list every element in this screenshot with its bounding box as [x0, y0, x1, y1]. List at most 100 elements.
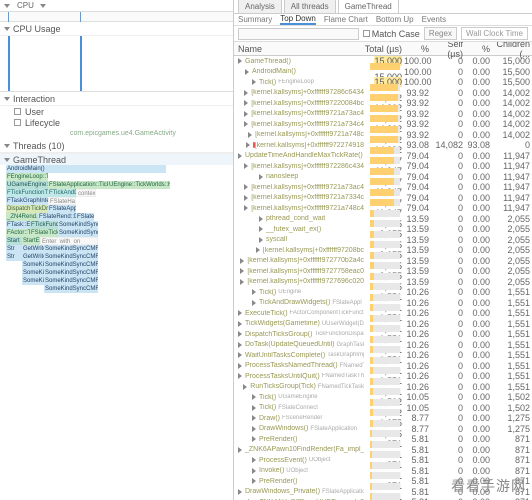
flame-block[interactable]: UGameEngine::Tic — [6, 181, 48, 189]
flame-block[interactable]: FTickFunctionTaskGrp — [30, 221, 58, 229]
expand-icon[interactable] — [244, 100, 248, 106]
expand-icon[interactable] — [244, 163, 248, 169]
col-children[interactable]: Children (... — [492, 42, 532, 55]
col-name[interactable]: Name — [234, 42, 364, 55]
clock-dropdown[interactable]: Wall Clock Time — [461, 27, 528, 40]
expand-icon[interactable] — [240, 258, 244, 264]
flame-block[interactable]: GetWrite — [22, 245, 44, 253]
expand-icon[interactable] — [252, 468, 256, 474]
flame-block[interactable]: FSlateRend::DrNu — [38, 213, 76, 221]
checkbox[interactable] — [14, 119, 21, 126]
thread-item[interactable]: GameThread — [0, 153, 233, 165]
flame-block[interactable]: FSlateHandle — [48, 197, 76, 205]
cpu-usage-timeline[interactable] — [0, 36, 233, 92]
tab-all-threads[interactable]: All threads — [284, 0, 336, 13]
flame-block[interactable]: SomeKindSyncCMR99 — [44, 253, 98, 261]
flame-block[interactable]: FActor::T..DProc — [6, 229, 30, 237]
expand-icon[interactable] — [252, 289, 256, 295]
expand-icon[interactable] — [245, 69, 249, 75]
tab-gamethread[interactable]: GameThread — [338, 0, 399, 13]
expand-icon[interactable] — [243, 384, 247, 390]
flame-block[interactable]: FTask::ExecTask — [6, 221, 30, 229]
expand-icon[interactable] — [238, 352, 242, 358]
expand-icon[interactable] — [238, 373, 242, 379]
expand-icon[interactable] — [259, 174, 263, 180]
expand-icon[interactable] — [252, 478, 256, 484]
user-row[interactable]: User — [0, 106, 233, 117]
flame-block[interactable]: SomeKindSyncCMR991b1a7a — [58, 229, 98, 237]
flame-block[interactable]: FTaskGraphInte — [6, 197, 48, 205]
expand-icon[interactable] — [238, 489, 242, 495]
expand-icon[interactable] — [244, 195, 248, 201]
subtab-flame[interactable]: Flame Chart — [324, 15, 368, 24]
flame-block[interactable]: FSlatePwr — [76, 213, 94, 221]
expand-icon[interactable] — [252, 436, 256, 442]
expand-icon[interactable] — [238, 321, 242, 327]
flame-block[interactable]: SomeKindSyncCMR99701c67 — [58, 221, 98, 229]
flame-block[interactable]: Dispatch — [6, 205, 30, 213]
flame-block[interactable]: FTickFunctionT — [6, 189, 48, 197]
expand-icon[interactable] — [259, 237, 263, 243]
expand-icon[interactable] — [259, 216, 263, 222]
flame-block[interactable]: UEngine::TickWorlds::HandleTickate — [108, 181, 170, 189]
expand-icon[interactable] — [252, 300, 256, 306]
col-self-pct[interactable]: % — [465, 42, 492, 55]
expand-icon[interactable] — [238, 58, 242, 64]
expand-icon[interactable] — [252, 79, 256, 85]
expand-icon[interactable] — [252, 415, 256, 421]
expand-icon[interactable] — [244, 111, 248, 117]
flame-block[interactable]: Str — [6, 245, 22, 253]
expand-icon[interactable] — [238, 310, 242, 316]
expand-icon[interactable] — [244, 205, 248, 211]
expand-icon[interactable] — [252, 457, 256, 463]
regex-button[interactable]: Regex — [424, 27, 457, 40]
expand-icon[interactable] — [238, 363, 242, 369]
expand-icon[interactable] — [240, 279, 244, 285]
flame-chart[interactable]: AndroidMain()FEngineLoop::TickUGameEngin… — [0, 165, 233, 500]
match-case-checkbox[interactable]: Match Case — [363, 29, 420, 39]
flame-block[interactable]: SomeKindSyncCMR99 — [44, 269, 98, 277]
tab-analysis[interactable]: Analysis — [238, 0, 282, 13]
expand-icon[interactable] — [252, 394, 256, 400]
flame-block[interactable]: Start — [6, 237, 22, 245]
expand-icon[interactable] — [238, 153, 242, 159]
subtab-bottomup[interactable]: Bottom Up — [376, 15, 414, 24]
flame-block[interactable]: SomeKindSyncCMR99 — [44, 245, 98, 253]
flame-block[interactable]: SomeKind — [22, 269, 44, 277]
checkbox[interactable] — [14, 108, 21, 115]
cpu-usage-row[interactable]: CPU Usage — [0, 22, 233, 36]
flame-block[interactable]: SomeKind — [22, 261, 44, 269]
flame-block[interactable]: FSlateTickState — [30, 229, 58, 237]
flame-block[interactable]: SomeKind — [22, 277, 44, 285]
expand-icon[interactable] — [238, 331, 242, 337]
flame-block[interactable]: TickDri — [30, 205, 48, 213]
flame-block[interactable]: Str — [6, 253, 22, 261]
flame-block[interactable]: _ZN4Rend...::ThrPos — [6, 213, 38, 221]
flame-block[interactable]: FTickAndDrawWidgets — [48, 189, 76, 197]
subtab-events[interactable]: Events — [422, 15, 446, 24]
flame-block[interactable]: FSlateApplication — [48, 205, 76, 213]
flame-block[interactable]: Enter_with_on — [40, 237, 98, 245]
timeline-ruler[interactable] — [0, 12, 233, 22]
subtab-summary[interactable]: Summary — [238, 15, 272, 24]
expand-icon[interactable] — [252, 405, 256, 411]
expand-icon[interactable] — [238, 447, 242, 453]
threads-row[interactable]: Threads (10) — [0, 139, 233, 153]
expand-icon[interactable] — [244, 184, 248, 190]
col-total[interactable]: Total (µs) — [364, 42, 404, 55]
flame-block[interactable]: AndroidMain() — [6, 165, 166, 173]
search-input[interactable] — [238, 28, 359, 40]
flame-block[interactable]: context — [76, 189, 96, 197]
flame-block[interactable]: SomeKindSyncCMR99 — [44, 285, 98, 293]
chevron-down-icon[interactable] — [4, 4, 10, 8]
table-body[interactable]: GameThread()15,000100.0000.0015,000 Andr… — [234, 56, 532, 500]
expand-icon[interactable] — [248, 132, 252, 138]
expand-icon[interactable] — [246, 142, 250, 148]
flame-block[interactable]: SomeKindSyncCMR99 — [44, 261, 98, 269]
cpu-dropdown[interactable]: CPU — [17, 1, 34, 10]
flame-block[interactable]: SomeKindSyncCMR99 — [44, 277, 98, 285]
flame-block[interactable]: FSlateApplication::Tick — [48, 181, 108, 189]
expand-icon[interactable] — [244, 90, 248, 96]
flame-block[interactable]: StartExecOuter — [22, 237, 40, 245]
col-total-pct[interactable]: % — [404, 42, 431, 55]
